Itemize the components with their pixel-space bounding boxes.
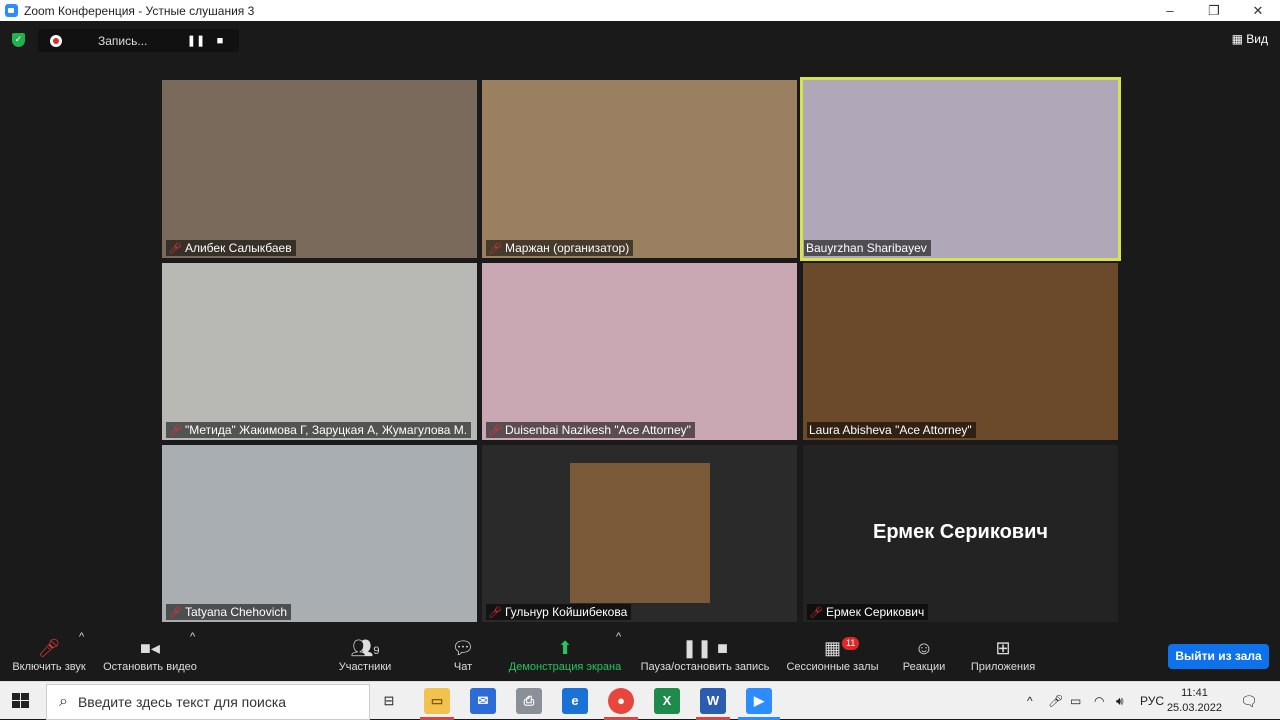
muted-mic-icon: 🎤︎ xyxy=(809,607,823,619)
battery-icon[interactable]: ▭ xyxy=(1070,682,1081,720)
window-titlebar: Zoom Конференция - Устные слушания 3 – ❐… xyxy=(0,0,1280,21)
leave-meeting-button[interactable]: Выйти из зала xyxy=(1168,644,1269,669)
video-tile[interactable]: 🎤︎ Алибек Салыкбаев xyxy=(162,80,477,258)
windows-start-icon[interactable] xyxy=(12,693,30,709)
close-button[interactable]: ✕ xyxy=(1236,3,1280,19)
video-options-chevron-icon[interactable]: ^ xyxy=(190,631,195,681)
pause-recording-icon[interactable]: ❚❚ xyxy=(184,34,208,47)
wifi-icon[interactable]: ◠ xyxy=(1094,682,1104,720)
video-thumbnail xyxy=(570,463,710,603)
chat-button[interactable]: 💬︎ Чат xyxy=(446,631,480,681)
video-tile[interactable]: 🎤︎ Duisenbai Nazikesh "Ace Attorney" xyxy=(482,263,797,440)
search-placeholder: Введите здесь текст для поиска xyxy=(77,694,287,710)
mail-icon[interactable]: ✉ xyxy=(470,688,496,714)
pause-stop-icon: ❚❚ ■ xyxy=(681,638,729,658)
task-view-icon[interactable]: ⊟ xyxy=(376,688,402,714)
minimize-button[interactable]: – xyxy=(1148,3,1192,18)
view-label: Вид xyxy=(1246,32,1268,46)
video-tile[interactable]: 🎤︎ Гульнур Койшибекова xyxy=(482,445,797,622)
video-tile[interactable]: 🎤︎ Tatyana Chehovich xyxy=(162,445,477,622)
muted-mic-icon: 🎤︎ xyxy=(488,243,502,255)
printer-icon[interactable]: ⎙ xyxy=(516,688,542,714)
stop-video-button[interactable]: ■◂ Остановить видео xyxy=(100,631,200,681)
participant-name: 🎤︎ Ермек Серикович xyxy=(807,604,929,620)
window-title: Zoom Конференция - Устные слушания 3 xyxy=(24,3,255,18)
breakout-rooms-icon: ▦ xyxy=(823,638,841,658)
camera-icon: ■◂ xyxy=(140,638,160,658)
view-button[interactable]: ▦ Вид xyxy=(1232,32,1268,46)
video-tile[interactable]: 🎤︎ "Метида" Жакимова Г, Заруцкая А, Жумаг… xyxy=(162,263,477,440)
clock-time: 11:41 xyxy=(1181,687,1208,699)
zoom-taskbar-icon[interactable]: ▶ xyxy=(746,688,772,714)
participants-button[interactable]: 👥︎9 Участники xyxy=(334,631,396,681)
share-screen-button[interactable]: ⬆ Демонстрация экрана xyxy=(506,631,624,681)
meeting-toolbar: 🎤︎ Включить звук ^ ■◂ Остановить видео ^… xyxy=(0,631,1280,681)
clock[interactable]: 11:41 25.03.2022 xyxy=(1167,686,1222,716)
video-tile[interactable]: 🎤︎ Маржан (организатор) xyxy=(482,80,797,258)
breakout-count-badge: 11 xyxy=(842,637,860,650)
volume-icon[interactable]: 🔊︎ xyxy=(1116,682,1124,720)
pause-record-button[interactable]: ❚❚ ■ Пауза/остановить запись xyxy=(637,631,773,681)
reactions-button[interactable]: ☺ Реакции xyxy=(900,631,948,681)
recording-label: Запись... xyxy=(98,33,148,48)
participant-name: Bauyrzhan Sharibayev xyxy=(804,240,931,256)
muted-mic-icon: 🎤︎ xyxy=(37,638,61,658)
chat-icon: 💬︎ xyxy=(451,638,475,658)
participant-name: 🎤︎ Tatyana Chehovich xyxy=(166,604,292,620)
muted-mic-icon: 🎤︎ xyxy=(168,607,182,619)
restore-button[interactable]: ❐ xyxy=(1192,3,1236,19)
clock-date: 25.03.2022 xyxy=(1166,702,1222,714)
apps-button[interactable]: ⊞ Приложения xyxy=(966,631,1040,681)
stop-recording-icon[interactable]: ■ xyxy=(208,35,232,47)
muted-mic-icon: 🎤︎ xyxy=(168,243,182,255)
meeting-area: ✓ Запись... ❚❚ ■ ▦ Вид 🎤︎ Алибек Салыкбае… xyxy=(0,21,1280,631)
language-indicator[interactable]: РУС xyxy=(1140,682,1164,720)
unmute-button[interactable]: 🎤︎ Включить звук xyxy=(8,631,90,681)
zoom-app-icon xyxy=(5,4,18,17)
record-dot-icon xyxy=(50,34,62,47)
file-explorer-icon[interactable]: ▭ xyxy=(424,688,450,714)
muted-mic-icon: 🎤︎ xyxy=(168,425,182,437)
participant-name: 🎤︎ Гульнур Койшибекова xyxy=(486,604,632,620)
share-screen-icon: ⬆ xyxy=(557,638,573,658)
microphone-tray-icon[interactable]: 🎤︎ xyxy=(1048,682,1063,720)
tray-overflow-chevron-icon[interactable]: ^ xyxy=(1027,682,1033,720)
search-icon: ⌕ xyxy=(59,693,68,710)
grid-icon: ▦ xyxy=(1231,32,1243,46)
breakout-rooms-button[interactable]: ▦ Сессионные залы xyxy=(784,631,881,681)
muted-mic-icon: 🎤︎ xyxy=(488,607,502,619)
word-icon[interactable]: W xyxy=(700,688,726,714)
video-tile[interactable]: Ермек Серикович 🎤︎ Ермек Серикович xyxy=(803,445,1118,622)
share-options-chevron-icon[interactable]: ^ xyxy=(616,631,621,681)
taskbar-search-input[interactable]: ⌕ Введите здесь текст для поиска xyxy=(46,684,370,720)
audio-options-chevron-icon[interactable]: ^ xyxy=(79,631,84,681)
participant-name: 🎤︎ Алибек Салыкбаев xyxy=(166,240,296,256)
active-speaker-tile[interactable]: Bauyrzhan Sharibayev xyxy=(800,77,1121,261)
edge-browser-icon[interactable]: e xyxy=(562,688,588,714)
participant-name: 🎤︎ Маржан (организатор) xyxy=(486,240,634,256)
participant-name: 🎤︎ Duisenbai Nazikesh "Ace Attorney" xyxy=(486,422,695,438)
participant-big-name: Ермек Серикович xyxy=(872,521,1049,543)
security-shield-icon[interactable]: ✓ xyxy=(12,33,25,47)
recording-indicator: Запись... ❚❚ ■ xyxy=(38,29,239,52)
participants-icon: 👥︎9 xyxy=(350,638,380,658)
apps-icon: ⊞ xyxy=(995,638,1011,658)
notifications-icon[interactable]: 🗨︎ xyxy=(1240,682,1258,720)
muted-mic-icon: 🎤︎ xyxy=(488,425,502,437)
excel-icon[interactable]: X xyxy=(654,688,680,714)
smiley-icon: ☺ xyxy=(914,638,934,658)
video-tile[interactable]: Laura Abisheva "Ace Attorney" xyxy=(803,263,1118,440)
chrome-browser-icon[interactable]: ● xyxy=(608,688,634,714)
participant-name: 🎤︎ "Метида" Жакимова Г, Заруцкая А, Жумаг… xyxy=(166,422,472,438)
participant-name: Laura Abisheva "Ace Attorney" xyxy=(807,422,976,438)
windows-taskbar: ⌕ Введите здесь текст для поиска ⊟ ▭ ✉ ⎙… xyxy=(0,681,1280,720)
